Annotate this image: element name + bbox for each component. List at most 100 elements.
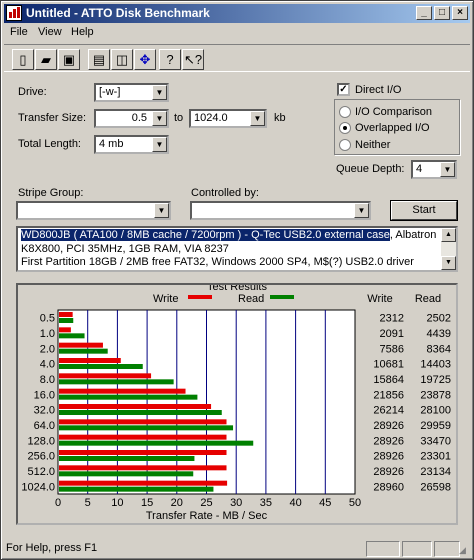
overlapped-io-radio[interactable] [339, 122, 351, 134]
read-value: 4439 [427, 328, 451, 340]
chart-title: Test Results [207, 285, 267, 293]
bar-write [59, 327, 71, 333]
status-panel-3 [434, 541, 460, 557]
chevron-down-icon[interactable]: ▼ [440, 162, 455, 177]
direct-io-label: Direct I/O [355, 84, 402, 96]
minimize-button[interactable]: _ [416, 6, 432, 20]
write-value: 28926 [373, 466, 404, 478]
x-tick-label: 5 [85, 497, 91, 509]
status-bar: For Help, press F1 ◢ [4, 539, 470, 558]
overlapped-io-label: Overlapped I/O [355, 122, 430, 134]
print-icon[interactable]: ▤ [88, 49, 110, 70]
bar-read [59, 348, 108, 354]
transfer-size-to-select[interactable]: 1024.0 ▼ [189, 109, 267, 128]
to-label: to [174, 112, 184, 124]
x-tick-label: 40 [289, 497, 301, 509]
read-value: 23134 [420, 466, 451, 478]
bar-write [59, 388, 186, 394]
move-cross-icon[interactable]: ✥ [134, 49, 156, 70]
chevron-down-icon[interactable]: ▼ [152, 111, 167, 126]
x-tick-label: 15 [141, 497, 153, 509]
write-value: 21856 [373, 389, 404, 401]
chevron-down-icon[interactable]: ▼ [152, 85, 167, 100]
bar-write [59, 358, 121, 363]
x-tick-label: 20 [171, 497, 183, 509]
start-button[interactable]: Start [391, 201, 457, 220]
y-category-label: 1.0 [40, 328, 55, 340]
maximize-button[interactable]: □ [434, 6, 450, 20]
neither-radio[interactable] [339, 139, 351, 151]
y-category-label: 8.0 [40, 374, 55, 386]
x-tick-label: 45 [319, 497, 331, 509]
bar-read [59, 456, 195, 461]
io-comparison-radio[interactable] [339, 106, 351, 118]
y-category-label: 2.0 [40, 343, 55, 355]
table-header-write: Write [367, 293, 392, 305]
write-value: 28926 [373, 435, 404, 447]
help-icon[interactable]: ? [159, 49, 181, 70]
close-button[interactable]: × [452, 6, 468, 20]
transfer-size-from-select[interactable]: 0.5 ▼ [94, 109, 169, 128]
controlled-by-select[interactable]: ▼ [190, 201, 371, 220]
results-chart: Test Results Write Read 0 5 10 15 20 25 30 35 40 45 5… [21, 285, 451, 522]
write-value: 2091 [380, 328, 404, 340]
menu-file[interactable]: File [10, 26, 28, 38]
drive-value: [-w-] [99, 86, 121, 98]
total-length-select[interactable]: 4 mb ▼ [94, 135, 169, 154]
context-help-icon[interactable]: ↖? [182, 49, 204, 70]
window-title: Untitled - ATTO Disk Benchmark [26, 6, 210, 20]
open-folder-icon[interactable]: ▰ [35, 49, 57, 70]
toolbar: ▯ ▰ ▣ ▤ ◫ ✥ ? ↖? [4, 44, 470, 72]
read-value: 28100 [420, 405, 451, 417]
bar-write [59, 373, 152, 379]
stripe-group-label: Stripe Group: [18, 187, 84, 199]
new-document-icon[interactable]: ▯ [12, 49, 34, 70]
queue-depth-select[interactable]: 4 ▼ [411, 160, 457, 179]
queue-depth-label: Queue Depth: [336, 163, 405, 175]
bar-read [59, 471, 194, 477]
transfer-size-label: Transfer Size: [18, 112, 87, 124]
direct-io-checkbox[interactable]: ✓ [337, 83, 350, 96]
description-scrollbar[interactable]: ▲ ▼ [441, 228, 456, 270]
write-value: 15864 [373, 374, 404, 386]
bar-write [59, 312, 73, 317]
chevron-down-icon[interactable]: ▼ [250, 111, 265, 126]
read-value: 19725 [420, 374, 451, 386]
read-value: 14403 [420, 359, 451, 371]
write-value: 10681 [373, 359, 404, 371]
bar-read [59, 364, 143, 369]
write-value: 28926 [373, 420, 404, 432]
bar-read [59, 318, 74, 323]
legend-write-label: Write [153, 293, 178, 305]
bar-write [59, 404, 212, 409]
legend-write-swatch [188, 295, 212, 299]
print-preview-icon[interactable]: ◫ [111, 49, 133, 70]
save-icon[interactable]: ▣ [58, 49, 80, 70]
description-selected-text: WD800JB ( ATA100 / 8MB cache / 7200rpm )… [21, 229, 390, 241]
y-category-label: 64.0 [34, 420, 55, 432]
total-length-value: 4 mb [99, 138, 124, 150]
chevron-down-icon[interactable]: ▼ [152, 137, 167, 152]
drive-label: Drive: [18, 86, 47, 98]
chevron-down-icon[interactable]: ▼ [154, 203, 169, 218]
x-tick-label: 35 [260, 497, 272, 509]
description-textarea[interactable]: WD800JB ( ATA100 / 8MB cache / 7200rpm )… [16, 226, 458, 272]
menu-help[interactable]: Help [71, 26, 94, 38]
read-value: 23878 [420, 389, 451, 401]
write-value: 28960 [373, 481, 404, 493]
bar-read [59, 333, 85, 339]
resize-grip-icon[interactable]: ◢ [459, 545, 466, 556]
scroll-up-icon[interactable]: ▲ [441, 228, 456, 242]
menu-view[interactable]: View [38, 26, 62, 38]
read-value: 2502 [427, 313, 451, 325]
chevron-down-icon[interactable]: ▼ [354, 203, 369, 218]
read-value: 8364 [427, 343, 451, 355]
read-value: 33470 [420, 435, 451, 447]
bar-read [59, 425, 234, 431]
x-tick-label: 0 [55, 497, 61, 509]
scroll-down-icon[interactable]: ▼ [441, 256, 456, 270]
kb-label: kb [274, 112, 286, 124]
drive-select[interactable]: [-w-] ▼ [94, 83, 169, 102]
stripe-group-select[interactable]: ▼ [16, 201, 171, 220]
title-bar[interactable]: Untitled - ATTO Disk Benchmark _ □ × [4, 4, 470, 23]
